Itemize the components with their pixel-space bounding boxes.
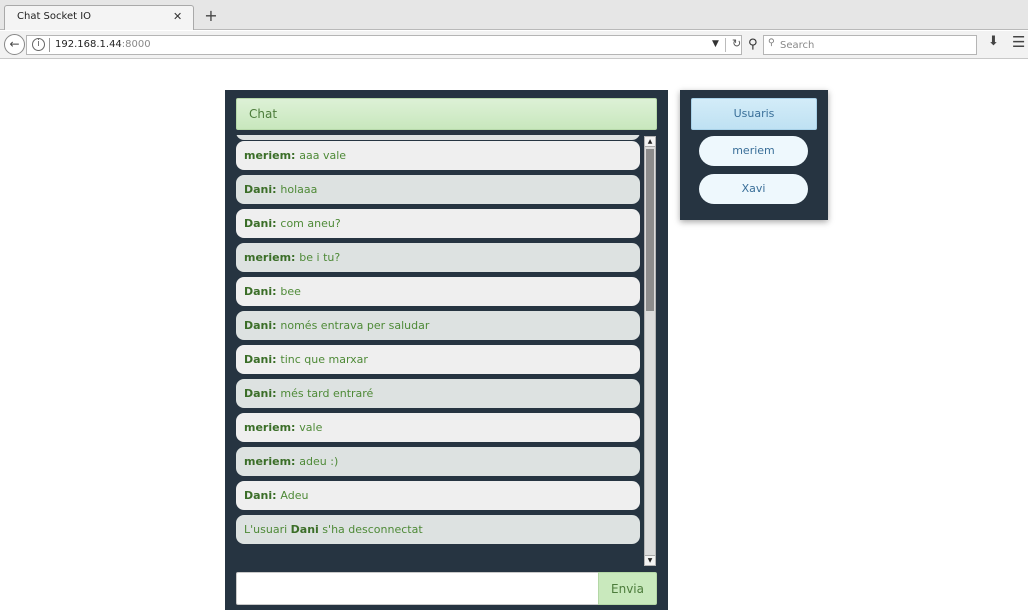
message-text: be i tu?: [299, 251, 341, 264]
search-input[interactable]: [780, 37, 970, 53]
message-text: bee: [280, 285, 301, 298]
system-message: L'usuari Dani s'ha desconnectat: [236, 515, 640, 544]
search-engine-icon[interactable]: ⚲: [748, 37, 758, 52]
message-item: meriem: vale: [236, 413, 640, 442]
tab-title: Chat Socket IO: [17, 11, 92, 22]
chat-title: Chat: [249, 107, 278, 121]
scroll-thumb[interactable]: [646, 149, 654, 311]
scroll-down-arrow-icon[interactable]: ▼: [645, 555, 655, 565]
message-item: meriem: aaa vale: [236, 141, 640, 170]
message-item: Dani: bee: [236, 277, 640, 306]
system-message-suffix: s'ha desconnectat: [318, 523, 423, 536]
message-text: aaa vale: [299, 149, 347, 162]
info-icon[interactable]: i: [32, 38, 45, 51]
back-arrow-icon[interactable]: ←: [4, 34, 25, 55]
message-item: meriem: be i tu?: [236, 243, 640, 272]
message-item: meriem: adeu :): [236, 447, 640, 476]
message-item-clipped: [236, 135, 640, 140]
url-text[interactable]: 192.168.1.44:8000: [55, 39, 151, 50]
url-separator-2: [725, 38, 726, 52]
message-scrollbar[interactable]: ▲ ▼: [644, 136, 656, 566]
new-tab-icon[interactable]: +: [200, 6, 222, 28]
search-icon: ⚲: [768, 38, 775, 48]
message-user: Dani: [244, 183, 273, 196]
url-host: 192.168.1.44: [55, 39, 122, 50]
url-port: :8000: [121, 39, 151, 50]
browser-nav-bar: ← i 192.168.1.44:8000 ▼ ↻ ⚲ ⚲ ⬇ ☰: [0, 31, 1028, 59]
message-user: Dani: [244, 217, 273, 230]
users-header: Usuaris: [691, 98, 817, 130]
system-message-user: Dani: [290, 523, 319, 536]
message-user: Dani: [244, 319, 273, 332]
users-title: Usuaris: [733, 107, 775, 120]
url-dropdown-icon[interactable]: ▼: [712, 39, 719, 49]
download-icon[interactable]: ⬇: [988, 34, 999, 49]
message-item: Dani: més tard entraré: [236, 379, 640, 408]
message-list[interactable]: meriem: aaa vale Dani: holaaa Dani: com an…: [236, 135, 642, 565]
message-text: com aneu?: [280, 217, 341, 230]
message-item: Dani: només entrava per saludar: [236, 311, 640, 340]
address-bar[interactable]: i 192.168.1.44:8000 ▼ ↻: [26, 35, 742, 55]
message-text: adeu :): [299, 455, 339, 468]
message-user: meriem: [244, 455, 292, 468]
message-text: tinc que marxar: [280, 353, 368, 366]
chat-panel: Chat meriem: aaa vale Dani: holaaa Dani: c…: [225, 90, 668, 610]
user-item[interactable]: Xavi: [699, 174, 808, 204]
message-text: holaaa: [280, 183, 318, 196]
user-item[interactable]: meriem: [699, 136, 808, 166]
message-item: Dani: tinc que marxar: [236, 345, 640, 374]
tab-close-icon[interactable]: ✕: [173, 10, 182, 23]
message-item: Dani: holaaa: [236, 175, 640, 204]
message-user: Dani: [244, 489, 273, 502]
search-box[interactable]: ⚲: [763, 35, 977, 55]
send-button[interactable]: Envia: [598, 572, 657, 605]
url-separator: [49, 38, 50, 52]
message-text: Adeu: [280, 489, 309, 502]
browser-tab-bar: Chat Socket IO ✕ +: [0, 0, 1028, 30]
message-user: meriem: [244, 149, 292, 162]
message-user: meriem: [244, 251, 292, 264]
message-user: Dani: [244, 387, 273, 400]
scroll-up-arrow-icon[interactable]: ▲: [645, 137, 655, 147]
message-input[interactable]: [236, 572, 600, 605]
message-user: meriem: [244, 421, 292, 434]
message-item: Dani: Adeu: [236, 481, 640, 510]
message-text: només entrava per saludar: [280, 319, 430, 332]
system-message-prefix: L'usuari: [244, 523, 291, 536]
message-text: vale: [299, 421, 323, 434]
message-user: Dani: [244, 285, 273, 298]
reload-icon[interactable]: ↻: [732, 37, 741, 50]
message-user: Dani: [244, 353, 273, 366]
users-panel: Usuaris meriem Xavi: [680, 90, 828, 220]
message-item: Dani: com aneu?: [236, 209, 640, 238]
message-text: més tard entraré: [280, 387, 374, 400]
hamburger-menu-icon[interactable]: ☰: [1012, 33, 1025, 51]
browser-tab[interactable]: Chat Socket IO ✕: [4, 5, 194, 30]
chat-header: Chat: [236, 98, 657, 130]
